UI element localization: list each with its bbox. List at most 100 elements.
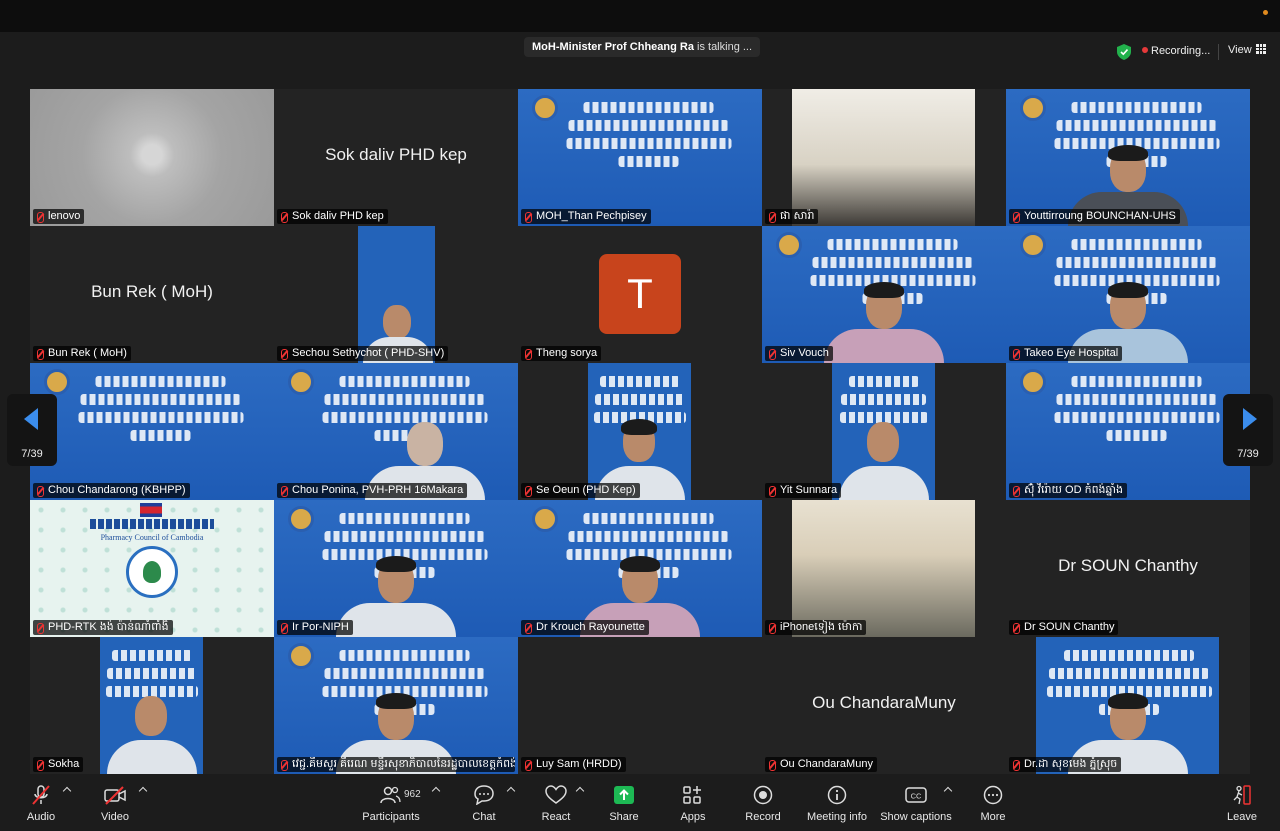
video-tile[interactable]: Ir Por-NIPH	[274, 500, 518, 637]
video-tile[interactable]: Bun Rek ( MoH) Bun Rek ( MoH)	[30, 226, 274, 363]
audio-options-chevron-icon[interactable]	[62, 786, 72, 796]
active-speaker-suffix: is talking ...	[693, 41, 753, 53]
participants-button[interactable]: Participants	[360, 776, 422, 831]
video-camera-off-icon	[104, 786, 126, 805]
chat-options-chevron-icon[interactable]	[506, 786, 516, 796]
view-button[interactable]: View	[1228, 44, 1266, 56]
view-label: View	[1228, 44, 1252, 56]
participant-name: Takeo Eye Hospital	[1009, 346, 1123, 361]
clinic-video	[792, 500, 975, 637]
video-button[interactable]: Video	[94, 776, 136, 831]
audio-button[interactable]: Audio	[20, 776, 62, 831]
chat-bubble-icon	[474, 785, 494, 805]
ministry-logo	[288, 643, 314, 669]
participant-name: Chou Ponina, PVH-PRH 16Makara	[277, 483, 468, 498]
meeting-info-button[interactable]: Meeting info	[804, 776, 870, 831]
ministry-logo	[44, 369, 70, 395]
active-speaker-name: MoH-Minister Prof Chheang Ra	[532, 41, 694, 53]
video-tile[interactable]: វេជ្ជ.គីមសួរ គីរេណ មន្ទីរសុខាភិបាលនៃរដ្ឋ…	[274, 637, 518, 774]
banner-text	[564, 95, 734, 167]
react-label: React	[541, 811, 571, 823]
video-tile[interactable]: Takeo Eye Hospital	[1006, 226, 1250, 363]
chat-label: Chat	[472, 811, 496, 823]
video-tile[interactable]: Siv Vouch	[762, 226, 1006, 363]
video-tile[interactable]: Chou Chandarong (KBHPP)	[30, 363, 274, 500]
previous-page-button[interactable]: 7/39	[7, 394, 57, 466]
banner-text	[1052, 369, 1222, 441]
participant-name: iPhoneទៀង ម៉ោកា	[765, 620, 867, 635]
participant-name: Ir Por-NIPH	[277, 620, 353, 635]
microphone-muted-icon	[32, 785, 50, 805]
record-icon	[753, 785, 773, 805]
participant-name: Se Oeun (PHD Kep)	[521, 483, 640, 498]
video-tile[interactable]: Luy Sam (HRDD)	[518, 637, 762, 774]
participant-video	[336, 556, 456, 637]
video-tile[interactable]: Dr.ដា សុខមេង ភ្នំស្រុច	[1006, 637, 1250, 774]
video-tile[interactable]: T Theng sorya	[518, 226, 762, 363]
participant-name: Yit Sunnara	[765, 483, 842, 498]
video-tile[interactable]: Pharmacy Council of Cambodia PHD-RTK ងង់…	[30, 500, 274, 637]
notification-dot	[1263, 10, 1268, 15]
meeting-controls: Audio Video Participants 962 Chat React …	[0, 776, 1280, 831]
participant-name: ស៊ុំ វីរ៉ោយ OD កំពង់ឆ្នាំង	[1009, 483, 1127, 498]
apps-button[interactable]: Apps	[672, 776, 714, 831]
video-tile[interactable]: Dr Krouch Rayounette	[518, 500, 762, 637]
participant-video	[824, 282, 944, 363]
participant-name: lenovo	[33, 209, 85, 224]
cambodia-flag-icon	[140, 503, 162, 517]
video-tile[interactable]: ផា សារ៉ា	[762, 89, 1006, 226]
leave-button[interactable]: Leave	[1222, 776, 1262, 831]
participants-options-chevron-icon[interactable]	[431, 786, 441, 796]
heart-icon	[545, 785, 567, 804]
share-screen-button[interactable]: Share	[604, 776, 644, 831]
participant-video	[100, 637, 203, 774]
participant-name: Chou Chandarong (KBHPP)	[33, 483, 190, 498]
participant-name: ផា សារ៉ា	[765, 209, 819, 224]
video-tile[interactable]: Sechou Sethychot ( PHD-SHV)	[274, 226, 518, 363]
video-tile[interactable]: Yit Sunnara	[762, 363, 1006, 500]
page-indicator: 7/39	[21, 448, 43, 460]
record-button[interactable]: Record	[742, 776, 784, 831]
video-label: Video	[101, 811, 129, 823]
title-bar	[0, 0, 1280, 32]
video-tile[interactable]: Se Oeun (PHD Kep)	[518, 363, 762, 500]
react-button[interactable]: React	[536, 776, 576, 831]
video-tile[interactable]: lenovo	[30, 89, 274, 226]
banner-text	[76, 369, 246, 441]
video-tile[interactable]: ស៊ុំ វីរ៉ោយ OD កំពង់ឆ្នាំង	[1006, 363, 1250, 500]
video-tile[interactable]: Sok daliv PHD kep Sok daliv PHD kep	[274, 89, 518, 226]
video-tile[interactable]: Dr SOUN Chanthy Dr SOUN Chanthy	[1006, 500, 1250, 637]
leave-label: Leave	[1227, 811, 1257, 823]
pharmacy-council-title: Pharmacy Council of Cambodia	[100, 533, 204, 542]
participant-name: Siv Vouch	[765, 346, 833, 361]
video-tile[interactable]: Youttirroung BOUNCHAN-UHS	[1006, 89, 1250, 226]
meeting-info-label: Meeting info	[807, 811, 867, 823]
more-button[interactable]: More	[972, 776, 1014, 831]
show-captions-button[interactable]: CC Show captions	[880, 776, 952, 831]
participant-name: MOH_Than Pechpisey	[521, 209, 651, 224]
more-label: More	[980, 811, 1006, 823]
encryption-shield-icon[interactable]	[1117, 44, 1131, 60]
participant-name: វេជ្ជ.គីមសួរ គីរេណ មន្ទីរសុខាភិបាលនៃរដ្ឋ…	[277, 757, 515, 772]
chat-button[interactable]: Chat	[466, 776, 502, 831]
next-page-button[interactable]: 7/39	[1223, 394, 1273, 466]
recording-label: Recording...	[1151, 45, 1211, 57]
video-tile[interactable]: MOH_Than Pechpisey	[518, 89, 762, 226]
video-tile[interactable]: Chou Ponina, PVH-PRH 16Makara	[274, 363, 518, 500]
video-options-chevron-icon[interactable]	[138, 786, 148, 796]
participant-name: Sechou Sethychot ( PHD-SHV)	[277, 346, 449, 361]
participants-icon	[380, 786, 401, 804]
ministry-logo	[288, 506, 314, 532]
active-speaker-indicator: MoH-Minister Prof Chheang Ra is talking …	[524, 37, 761, 57]
share-screen-icon	[614, 786, 634, 804]
info-icon	[827, 785, 847, 805]
ministry-logo	[1020, 369, 1046, 395]
arrow-right-icon	[1243, 408, 1257, 430]
recording-status[interactable]: Recording...	[1142, 45, 1210, 57]
video-tile[interactable]: Ou ChandaraMuny Ou ChandaraMuny	[762, 637, 1006, 774]
participant-name: Bun Rek ( MoH)	[33, 346, 131, 361]
video-tile[interactable]: iPhoneទៀង ម៉ោកា	[762, 500, 1006, 637]
react-options-chevron-icon[interactable]	[575, 786, 585, 796]
video-tile[interactable]: Sokha	[30, 637, 274, 774]
participant-video	[832, 363, 935, 500]
